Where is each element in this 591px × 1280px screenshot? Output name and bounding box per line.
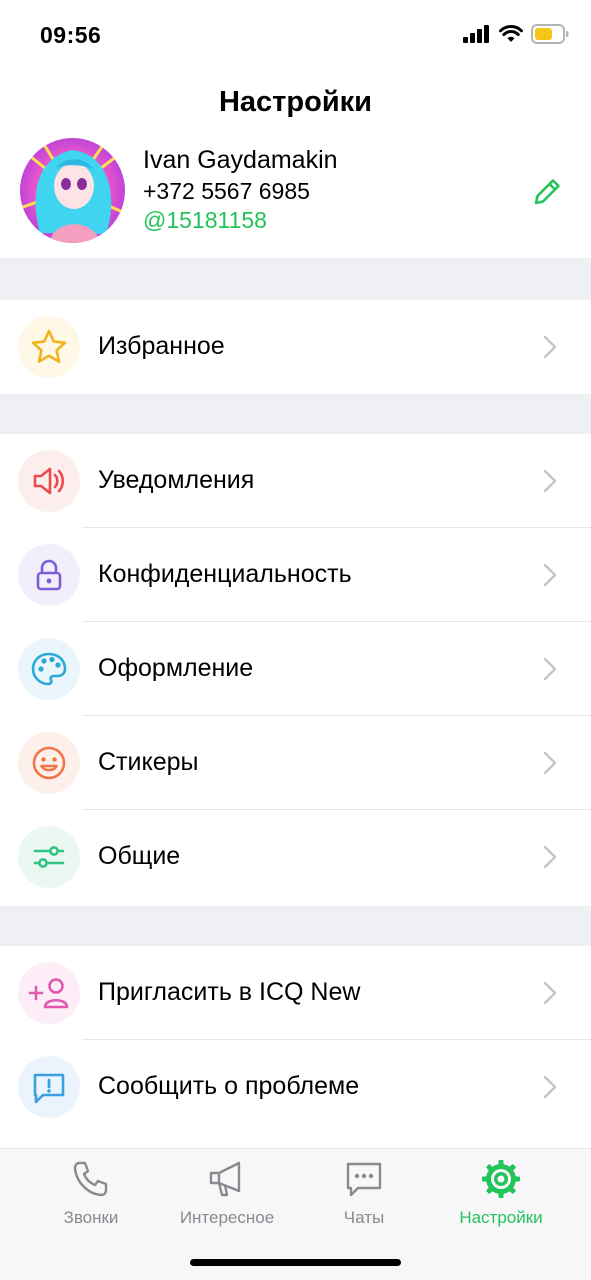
wifi-icon — [499, 25, 523, 42]
settings-row-label: Уведомления — [98, 466, 255, 494]
megaphone-icon — [209, 1161, 241, 1197]
settings-row-label: Конфиденциальность — [98, 560, 352, 588]
settings-row-invite[interactable]: Пригласить в ICQ New — [0, 946, 591, 1040]
page-title: Настройки — [218, 86, 372, 118]
settings-row-label: Избранное — [98, 332, 225, 360]
tab-label: Чаты — [343, 1208, 385, 1227]
settings-row-report[interactable]: Сообщить о проблеме — [0, 1040, 591, 1134]
settings-row-label: Сообщить о проблеме — [98, 1072, 360, 1100]
chevron-right-icon — [543, 1075, 557, 1099]
status-time: 09:56 — [40, 22, 102, 48]
settings-row-notifications[interactable]: Уведомления — [0, 434, 591, 528]
status-icons — [463, 24, 569, 44]
tab-settings[interactable]: Настройки — [448, 1149, 554, 1249]
section-gap — [0, 394, 591, 434]
chevron-right-icon — [543, 657, 557, 681]
chevron-right-icon — [543, 335, 557, 359]
profile-nickname: @15181158 — [143, 207, 267, 233]
settings-row-label: Оформление — [98, 654, 254, 682]
settings-row-appearance[interactable]: Оформление — [0, 622, 591, 716]
speaker-icon — [18, 450, 80, 512]
tab-label: Настройки — [459, 1208, 543, 1227]
chevron-right-icon — [543, 845, 557, 869]
settings-row-label: Стикеры — [98, 748, 199, 776]
chevron-right-icon — [543, 469, 557, 493]
section-gap — [0, 906, 591, 946]
star-icon — [18, 316, 80, 378]
tab-chats[interactable]: Чаты — [322, 1149, 406, 1249]
profile-phone: +372 5567 6985 — [143, 178, 310, 204]
settings-row-favorites[interactable]: Избранное — [0, 300, 591, 394]
edit-profile-button[interactable] — [529, 174, 565, 210]
settings-row-label: Общие — [98, 842, 181, 870]
profile-card[interactable]: Ivan Gaydamakin +372 5567 6985 @15181158 — [0, 138, 591, 258]
section-gap — [0, 258, 591, 300]
settings-row-privacy[interactable]: Конфиденциальность — [0, 528, 591, 622]
settings-row-label: Пригласить в ICQ New — [98, 978, 361, 1006]
chevron-right-icon — [543, 751, 557, 775]
smiley-icon — [18, 732, 80, 794]
settings-row-stickers[interactable]: Стикеры — [0, 716, 591, 810]
signal-icon — [463, 25, 489, 43]
tab-label: Звонки — [63, 1208, 119, 1227]
status-bar: 09:56 — [0, 0, 591, 72]
chevron-right-icon — [543, 981, 557, 1005]
tab-interesting[interactable]: Интересное — [170, 1149, 284, 1249]
home-indicator[interactable] — [190, 1259, 401, 1266]
battery-icon — [531, 24, 569, 44]
chevron-right-icon — [543, 563, 557, 587]
sliders-icon — [18, 826, 80, 888]
settings-row-general[interactable]: Общие — [0, 810, 591, 904]
tab-calls[interactable]: Звонки — [40, 1149, 142, 1249]
palette-icon — [18, 638, 80, 700]
avatar[interactable] — [20, 138, 125, 243]
tab-label: Интересное — [179, 1208, 275, 1227]
chat-icon — [346, 1162, 382, 1197]
add-user-icon — [18, 962, 80, 1024]
profile-name: Ivan Gaydamakin — [143, 146, 338, 174]
settings-gear-icon — [482, 1160, 520, 1198]
phone-icon — [73, 1161, 108, 1197]
report-icon — [18, 1056, 80, 1118]
lock-icon — [18, 544, 80, 606]
